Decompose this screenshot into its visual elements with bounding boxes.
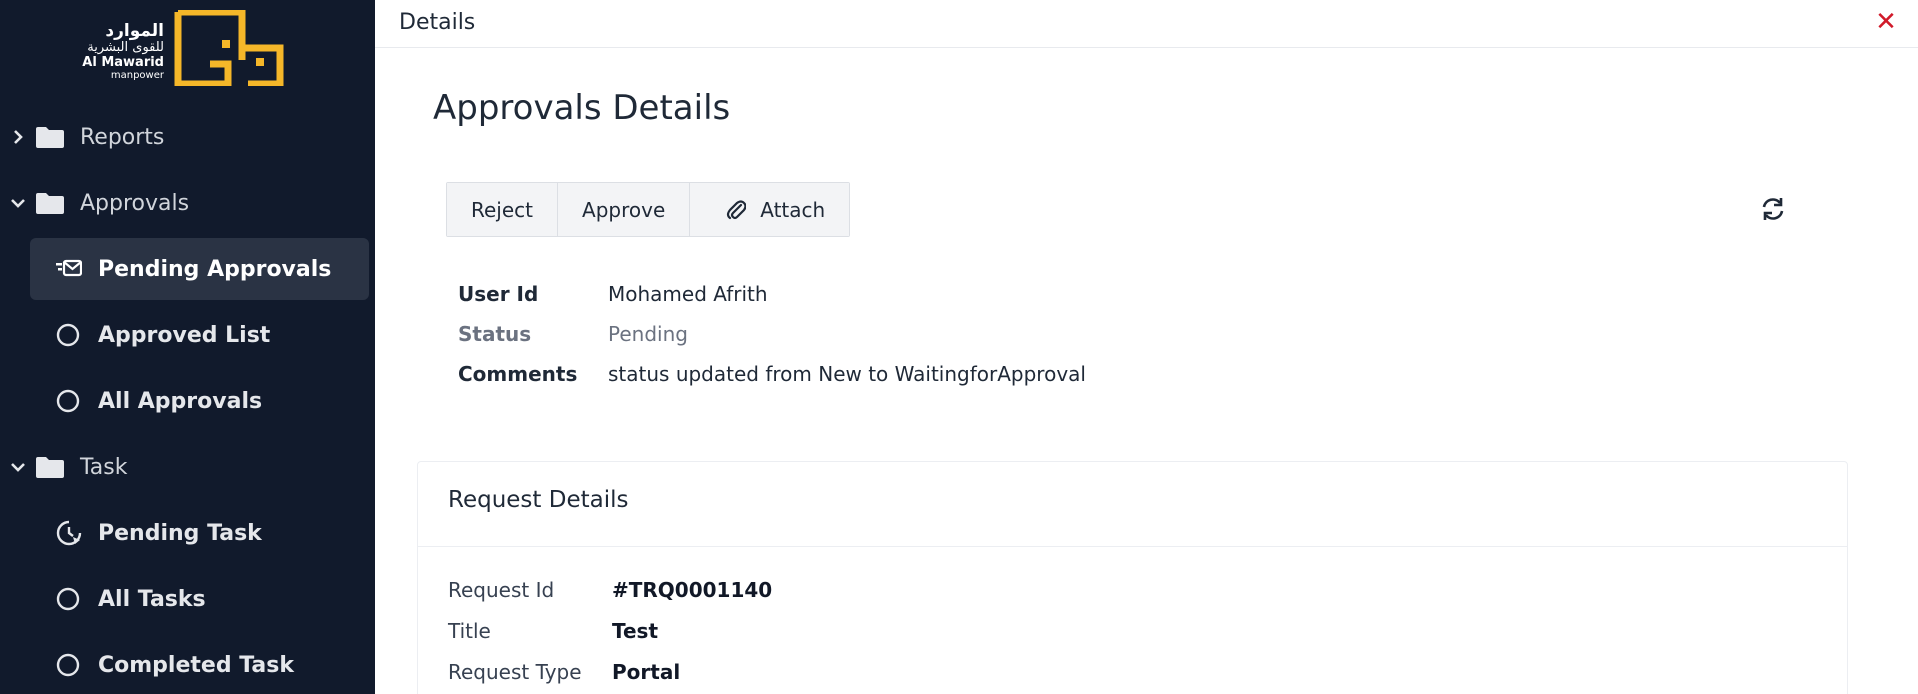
sidebar-item-approvals[interactable]: Approvals [0,176,375,230]
sidebar: الموارد للقوى البشرية Al Mawarid manpowe… [0,0,375,694]
chevron-right-icon [14,130,23,144]
request-type-label: Request Type [448,660,582,684]
reject-button[interactable]: Reject [447,183,559,236]
status-label: Status [458,322,532,346]
card-title: Request Details [448,487,629,513]
circle-icon [56,323,80,347]
close-icon[interactable]: ✕ [1874,9,1898,35]
details-panel: Details ✕ Approvals Details Reject Appro… [375,0,1918,694]
sidebar-item-label: Completed Task [98,652,294,678]
comments-label: Comments [458,362,578,386]
sidebar-item-label: Pending Task [98,520,262,546]
request-id-label: Request Id [448,578,555,602]
sidebar-item-all-approvals[interactable]: All Approvals [0,374,375,428]
folder-icon [36,193,64,214]
logo-english-line1: Al Mawarid [82,55,164,70]
logo-arabic-line1: الموارد [105,21,164,41]
page-title: Approvals Details [433,88,731,128]
folder-icon [36,127,64,148]
sidebar-item-label: Task [80,454,128,480]
sidebar-item-pending-task[interactable]: Pending Task [0,506,375,560]
approve-label: Approve [582,197,666,222]
user-id-label: User Id [458,282,539,306]
paperclip-icon [726,199,747,221]
sidebar-item-task[interactable]: Task [0,440,375,494]
sidebar-item-label: All Approvals [98,388,263,414]
attach-label: Attach [760,197,826,222]
reject-label: Reject [471,197,534,222]
pending-mail-icon [56,259,82,277]
panel-title: Details [399,10,476,35]
logo-arabic-line2: للقوى البشرية [87,40,164,55]
request-details-card: Request Details Request Id #TRQ0001140 T… [417,461,1848,694]
sidebar-item-label: Approved List [98,322,271,348]
attach-button[interactable]: Attach [690,183,850,236]
sidebar-item-label: All Tasks [98,586,206,612]
sidebar-item-pending-approvals[interactable]: Pending Approvals [30,238,369,300]
sidebar-item-label: Pending Approvals [98,256,332,282]
action-button-group: Reject Approve Attach [446,182,851,237]
clock-icon [56,520,82,546]
status-value: Pending [608,322,688,346]
sidebar-item-approved-list[interactable]: Approved List [0,308,375,362]
chevron-down-icon [11,199,25,208]
sidebar-item-completed-task[interactable]: Completed Task [0,638,375,692]
user-id-value: Mohamed Afrith [608,282,768,306]
panel-header: Details ✕ [375,0,1918,48]
sidebar-item-all-tasks[interactable]: All Tasks [0,572,375,626]
circle-icon [56,587,80,611]
card-header: Request Details [418,462,1847,547]
logo-mark-icon [174,10,284,86]
circle-icon [56,389,80,413]
sidebar-item-label: Reports [80,124,165,150]
approve-button[interactable]: Approve [558,183,691,236]
logo-english-line2: manpower [110,70,164,81]
comments-value: status updated from New to WaitingforApp… [608,362,1086,386]
title-label: Title [448,619,491,643]
sidebar-item-label: Approvals [80,190,190,216]
logo-text: الموارد للقوى البشرية Al Mawarid manpowe… [80,22,164,82]
request-id-value: #TRQ0001140 [612,578,773,602]
refresh-icon[interactable] [1760,196,1786,222]
title-value: Test [612,619,659,643]
company-logo[interactable]: الموارد للقوى البشرية Al Mawarid manpowe… [80,10,285,86]
chevron-down-icon [11,463,25,472]
circle-icon [56,653,80,677]
sidebar-item-reports[interactable]: Reports [0,110,375,164]
request-type-value: Portal [612,660,681,684]
folder-icon [36,457,64,478]
